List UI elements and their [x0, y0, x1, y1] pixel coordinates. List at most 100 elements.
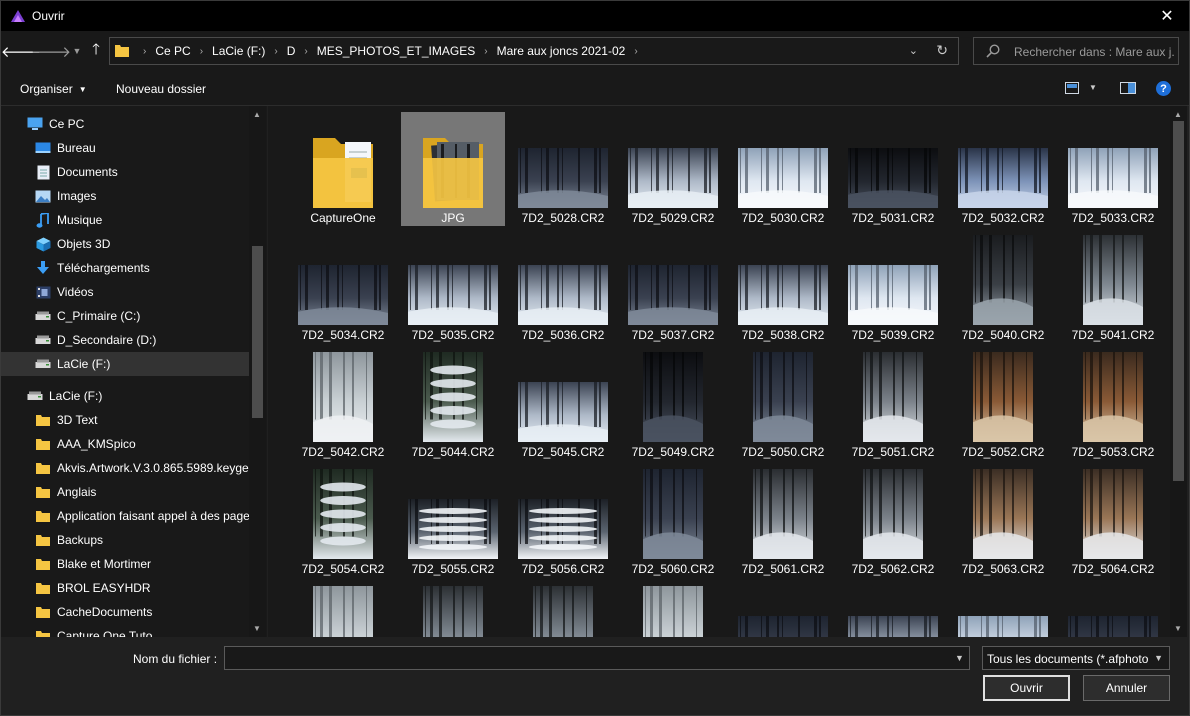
file-item[interactable]: 7D2_5050.CR2	[731, 346, 835, 460]
chevron-right-icon[interactable]: ›	[274, 46, 277, 57]
file-item[interactable]	[731, 580, 835, 637]
chevron-right-icon[interactable]: ›	[304, 46, 307, 57]
file-item[interactable]: 7D2_5060.CR2	[621, 463, 725, 577]
file-item[interactable]: 7D2_5037.CR2	[621, 229, 725, 343]
organize-button[interactable]: Organiser ▼	[20, 82, 87, 96]
file-item[interactable]: 7D2_5055.CR2	[401, 463, 505, 577]
sidebar-item-cachedocuments[interactable]: CacheDocuments	[1, 600, 249, 624]
chevron-down-icon[interactable]: ⌄	[909, 44, 918, 57]
close-icon[interactable]: ✕	[1145, 1, 1189, 31]
sidebar-item-capture-one-tuto[interactable]: Capture One Tuto	[1, 624, 249, 637]
file-item[interactable]: 7D2_5052.CR2	[951, 346, 1055, 460]
file-item[interactable]: 7D2_5028.CR2	[511, 112, 615, 226]
folder-item[interactable]: CaptureOne	[291, 112, 395, 226]
file-item[interactable]: 7D2_5039.CR2	[841, 229, 945, 343]
file-item[interactable]: 7D2_5063.CR2	[951, 463, 1055, 577]
new-folder-button[interactable]: Nouveau dossier	[116, 82, 206, 96]
folder-item[interactable]: JPG	[401, 112, 505, 226]
sidebar-item-anglais[interactable]: Anglais	[1, 480, 249, 504]
file-item[interactable]: 7D2_5064.CR2	[1061, 463, 1165, 577]
file-item[interactable]: 7D2_5049.CR2	[621, 346, 725, 460]
file-item[interactable]	[511, 580, 615, 637]
file-item[interactable]	[401, 580, 505, 637]
file-item[interactable]: 7D2_5061.CR2	[731, 463, 835, 577]
filename-history-icon[interactable]: ▼	[955, 653, 964, 663]
scroll-up-icon[interactable]: ▲	[253, 110, 261, 119]
file-item[interactable]: 7D2_5041.CR2	[1061, 229, 1165, 343]
file-item[interactable]	[841, 580, 945, 637]
file-item[interactable]: 7D2_5032.CR2	[951, 112, 1055, 226]
breadcrumb-item[interactable]: D	[287, 44, 296, 58]
file-item[interactable]: 7D2_5029.CR2	[621, 112, 725, 226]
sidebar-item-3d-text[interactable]: 3D Text	[1, 408, 249, 432]
sidebar-item-akvis-artwork-v-3-0-865-5989-keygen[interactable]: Akvis.Artwork.V.3.0.865.5989.keygen.	[1, 456, 249, 480]
sidebar-item-musique[interactable]: Musique	[1, 208, 249, 232]
scroll-up-icon[interactable]: ▲	[1174, 110, 1182, 119]
chevron-right-icon[interactable]: ›	[484, 46, 487, 57]
content-scrollbar[interactable]: ▲ ▼	[1170, 106, 1187, 637]
file-item[interactable]: 7D2_5051.CR2	[841, 346, 945, 460]
sidebar-scroll-thumb[interactable]	[252, 246, 263, 418]
chevron-right-icon[interactable]: ›	[200, 46, 203, 57]
view-dropdown-icon[interactable]: ▼	[1089, 83, 1097, 92]
file-item[interactable]: 7D2_5034.CR2	[291, 229, 395, 343]
file-item[interactable]: 7D2_5033.CR2	[1061, 112, 1165, 226]
filetype-select[interactable]: Tous les documents (*.afphoto, ▼	[982, 646, 1170, 670]
sidebar-item-c-primaire-c[interactable]: C_Primaire (C:)	[1, 304, 249, 328]
file-item[interactable]: 7D2_5042.CR2	[291, 346, 395, 460]
forward-icon[interactable]: 🡒	[31, 41, 71, 61]
cancel-button[interactable]: Annuler	[1083, 675, 1170, 701]
sidebar-item-images[interactable]: Images	[1, 184, 249, 208]
open-button[interactable]: Ouvrir	[983, 675, 1070, 701]
file-item[interactable]: 7D2_5044.CR2	[401, 346, 505, 460]
sidebar-item-ce-pc[interactable]: Ce PC	[1, 112, 249, 136]
sidebar-item-objets-3d[interactable]: Objets 3D	[1, 232, 249, 256]
sidebar-item-t-l-chargements[interactable]: Téléchargements	[1, 256, 249, 280]
chevron-right-icon[interactable]: ›	[143, 46, 146, 57]
sidebar-item-vid-os[interactable]: Vidéos	[1, 280, 249, 304]
file-item[interactable]: 7D2_5035.CR2	[401, 229, 505, 343]
breadcrumb-item[interactable]: Ce PC	[155, 44, 190, 58]
sidebar-item-aaa-kmspico[interactable]: AAA_KMSpico	[1, 432, 249, 456]
sidebar-item-bureau[interactable]: Bureau	[1, 136, 249, 160]
file-item[interactable]	[621, 580, 725, 637]
help-icon[interactable]: ?	[1156, 81, 1171, 96]
refresh-icon[interactable]: ↻	[936, 42, 948, 59]
file-item[interactable]: 7D2_5038.CR2	[731, 229, 835, 343]
sidebar-item-application-faisant-appel-des-pages[interactable]: Application faisant appel à des pages	[1, 504, 249, 528]
breadcrumb-item[interactable]: Mare aux joncs 2021-02	[497, 44, 626, 58]
sidebar-item-lacie-f[interactable]: LaCie (F:)	[1, 352, 249, 376]
file-item[interactable]	[1061, 580, 1165, 637]
scroll-down-icon[interactable]: ▼	[1174, 624, 1182, 633]
chevron-right-icon[interactable]: ›	[634, 46, 637, 57]
breadcrumb-item[interactable]: MES_PHOTOS_ET_IMAGES	[317, 44, 476, 58]
file-item[interactable]: 7D2_5054.CR2	[291, 463, 395, 577]
file-item[interactable]: 7D2_5036.CR2	[511, 229, 615, 343]
file-item[interactable]: 7D2_5030.CR2	[731, 112, 835, 226]
file-item[interactable]	[291, 580, 395, 637]
back-icon[interactable]: 🡐	[1, 41, 41, 61]
sidebar-scrollbar[interactable]: ▲ ▼	[249, 106, 266, 637]
breadcrumb-item[interactable]: LaCie (F:)	[212, 44, 265, 58]
recent-locations-icon[interactable]: ▼	[67, 41, 87, 61]
search-input[interactable]: Rechercher dans : Mare aux j...	[1014, 45, 1174, 59]
sidebar-item-lacie-f[interactable]: LaCie (F:)	[1, 384, 249, 408]
file-item[interactable]: 7D2_5031.CR2	[841, 112, 945, 226]
file-item[interactable]	[951, 580, 1055, 637]
filename-input[interactable]	[224, 646, 970, 670]
sidebar-item-d-secondaire-d[interactable]: D_Secondaire (D:)	[1, 328, 249, 352]
file-item[interactable]: 7D2_5053.CR2	[1061, 346, 1165, 460]
file-item[interactable]: 7D2_5062.CR2	[841, 463, 945, 577]
scroll-down-icon[interactable]: ▼	[253, 624, 261, 633]
preview-pane-icon[interactable]	[1120, 82, 1136, 94]
sidebar-item-blake-et-mortimer[interactable]: Blake et Mortimer	[1, 552, 249, 576]
search-box[interactable]: Rechercher dans : Mare aux j...	[973, 37, 1179, 65]
file-item[interactable]: 7D2_5045.CR2	[511, 346, 615, 460]
content-scroll-thumb[interactable]	[1173, 121, 1184, 481]
address-bar[interactable]: › Ce PC › LaCie (F:) › D › MES_PHOTOS_ET_IMAGES…	[109, 37, 959, 65]
sidebar-item-brol-easyhdr[interactable]: BROL EASYHDR	[1, 576, 249, 600]
file-item[interactable]: 7D2_5056.CR2	[511, 463, 615, 577]
up-icon[interactable]: 🡑	[86, 41, 106, 61]
sidebar-item-documents[interactable]: Documents	[1, 160, 249, 184]
sidebar-item-backups[interactable]: Backups	[1, 528, 249, 552]
